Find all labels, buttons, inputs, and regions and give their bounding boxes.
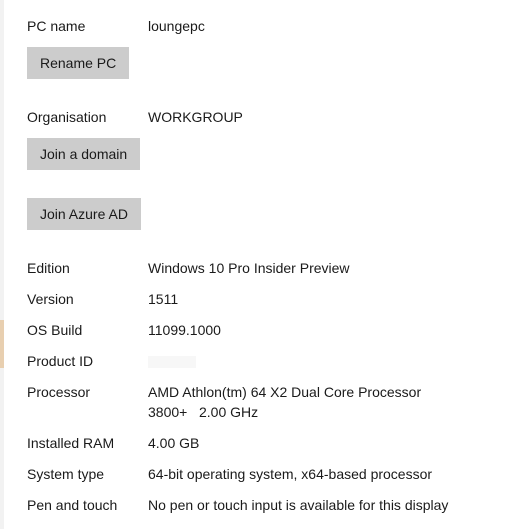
pc-name-label: PC name xyxy=(27,18,86,34)
left-pane-edge xyxy=(0,0,4,529)
organisation-label: Organisation xyxy=(27,109,107,125)
join-domain-button[interactable]: Join a domain xyxy=(27,138,141,170)
version-label: Version xyxy=(27,291,74,307)
product-id-value xyxy=(148,353,196,369)
pc-name-value: loungepc xyxy=(148,18,205,34)
rename-pc-button[interactable]: Rename PC xyxy=(27,47,130,79)
system-type-value: 64-bit operating system, x64-based proce… xyxy=(148,466,433,482)
selection-accent xyxy=(0,320,4,368)
edition-label: Edition xyxy=(27,260,70,276)
processor-label: Processor xyxy=(27,384,91,400)
pen-touch-label: Pen and touch xyxy=(27,497,118,513)
pen-touch-value: No pen or touch input is available for t… xyxy=(148,497,449,513)
ram-value: 4.00 GB xyxy=(148,435,200,451)
ram-label: Installed RAM xyxy=(27,435,115,451)
redacted-product-id xyxy=(148,356,196,369)
processor-value-line1: AMD Athlon(tm) 64 X2 Dual Core Processor xyxy=(148,384,422,400)
os-build-label: OS Build xyxy=(27,322,83,338)
processor-value-line2: 3800+ 2.00 GHz xyxy=(148,404,259,420)
version-value: 1511 xyxy=(148,291,179,307)
join-azure-ad-button[interactable]: Join Azure AD xyxy=(27,198,141,230)
organisation-value: WORKGROUP xyxy=(148,109,243,125)
product-id-label: Product ID xyxy=(27,353,94,369)
os-build-value: 11099.1000 xyxy=(148,322,221,338)
system-type-label: System type xyxy=(27,466,105,482)
edition-value: Windows 10 Pro Insider Preview xyxy=(148,260,350,276)
